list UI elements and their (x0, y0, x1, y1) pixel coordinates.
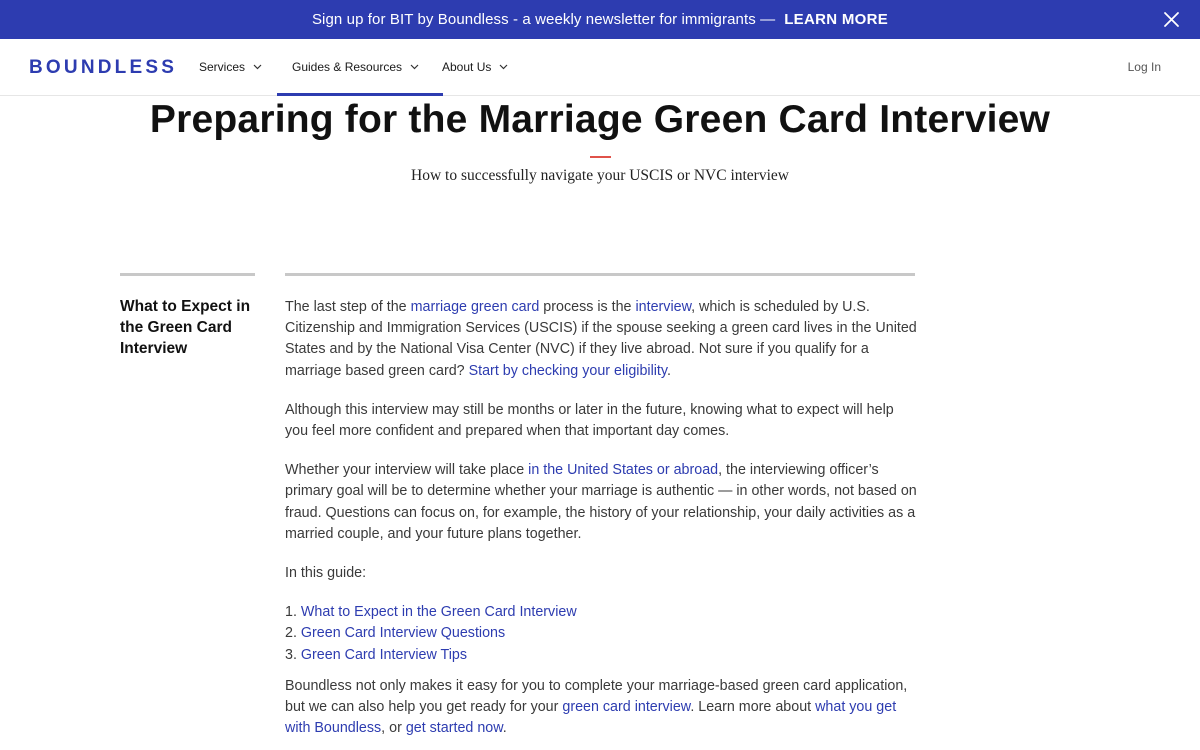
page-title: Preparing for the Marriage Green Card In… (149, 98, 1051, 141)
text: The last step of the (285, 299, 411, 315)
main-nav: BOUNDLESS Services Guides & Resources Ab… (0, 39, 1200, 96)
text: , or (381, 720, 406, 737)
intro-paragraph: The last step of the marriage green card… (285, 297, 917, 382)
green-card-interview-link[interactable]: green card interview (562, 699, 690, 715)
guide-link-interview-questions[interactable]: Green Card Interview Questions (301, 625, 505, 641)
nav-item-guides-resources[interactable]: Guides & Resources (276, 39, 444, 96)
list-number: 1. (285, 604, 297, 621)
page-subtitle: How to successfully navigate your USCIS … (411, 167, 789, 184)
list-item: 2. Green Card Interview Questions (285, 623, 917, 644)
guide-link-interview-tips[interactable]: Green Card Interview Tips (301, 647, 467, 663)
text: . Learn more about (690, 699, 816, 716)
content-divider (285, 273, 915, 276)
text: Whether your interview will take place (285, 462, 529, 479)
text: . (502, 720, 507, 737)
chevron-down-icon (253, 64, 262, 70)
paragraph-location: Whether your interview will take place i… (285, 460, 917, 545)
guide-list: 1. What to Expect in the Green Card Inte… (285, 602, 917, 666)
paragraph-boundless: Boundless not only makes it easy for you… (285, 676, 917, 740)
nav-item-label: About Us (442, 60, 492, 74)
us-or-abroad-link[interactable]: in the United States or abroad (528, 462, 718, 478)
nav-item-label: Services (199, 60, 246, 74)
banner-message: Sign up for BIT by Boundless - a weekly … (311, 11, 776, 28)
close-icon[interactable] (1163, 11, 1180, 28)
nav-item-about-us[interactable]: About Us (442, 39, 508, 95)
list-number: 2. (285, 625, 297, 642)
interview-link[interactable]: interview (635, 299, 691, 315)
chevron-down-icon (410, 64, 419, 70)
sidebar-divider (120, 273, 255, 276)
guide-intro: In this guide: (285, 565, 367, 582)
list-item: 1. What to Expect in the Green Card Inte… (285, 602, 917, 623)
check-eligibility-link[interactable]: Start by checking your eligibility (469, 363, 667, 379)
paragraph-expectations: Although this interview may still be mon… (285, 401, 894, 440)
text: . (666, 362, 671, 379)
newsletter-banner: Sign up for BIT by Boundless - a weekly … (0, 0, 1200, 39)
nav-item-label: Guides & Resources (292, 60, 403, 74)
login-link[interactable]: Log In (1128, 39, 1161, 95)
list-item: 3. Green Card Interview Tips (285, 645, 917, 666)
marriage-green-card-link[interactable]: marriage green card (411, 299, 540, 315)
boundless-logo[interactable]: BOUNDLESS (29, 57, 177, 79)
article-content: The last step of the marriage green card… (285, 297, 917, 750)
sidebar-section-title[interactable]: What to Expect in the Green Card Intervi… (120, 296, 260, 359)
nav-item-services[interactable]: Services (199, 39, 262, 95)
text: process is the (539, 299, 636, 315)
list-number: 3. (285, 646, 297, 663)
learn-more-link[interactable]: LEARN MORE (784, 11, 888, 28)
chevron-down-icon (499, 64, 508, 70)
get-started-link[interactable]: get started now (406, 720, 503, 736)
title-accent-rule (590, 156, 611, 158)
guide-link-what-to-expect[interactable]: What to Expect in the Green Card Intervi… (301, 604, 577, 620)
